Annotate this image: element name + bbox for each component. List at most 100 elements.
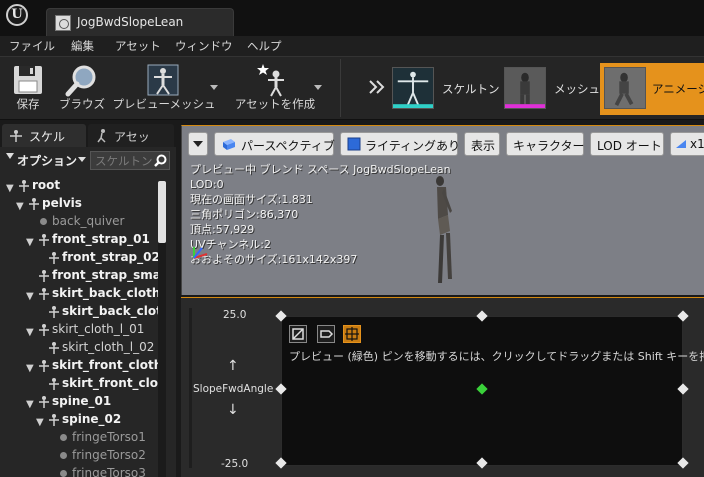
y-axis-down-arrow-icon: ↓ <box>227 402 239 418</box>
tree-row-label: front_strap_smal <box>52 268 160 282</box>
tree-row[interactable]: ▼ skirt_back_cloth_ <box>0 285 160 303</box>
preview-pin-tool[interactable] <box>343 325 361 343</box>
bone-icon <box>49 252 59 264</box>
create-asset-button[interactable]: アセットを作成 <box>232 57 322 119</box>
tree-row[interactable]: ▼ skirt_cloth_l_01 <box>0 321 160 339</box>
tree-scrollbar-thumb[interactable] <box>158 181 166 243</box>
tree-row-label: skirt_cloth_l_01 <box>52 322 145 336</box>
bone-icon <box>49 306 59 318</box>
tree-row-label: skirt_back_clot <box>62 304 160 318</box>
bone-icon <box>39 324 49 336</box>
tree-row[interactable]: front_strap_smal <box>0 267 160 285</box>
expand-triangle-icon[interactable]: ▼ <box>16 201 24 212</box>
expand-triangle-icon[interactable]: ▼ <box>26 363 34 374</box>
preview-viewport[interactable]: パースペクティブ ライティングあり 表示 キャラクター LOD オート x1 プ… <box>181 125 704 295</box>
expand-triangle-icon[interactable]: ▼ <box>36 417 44 428</box>
skeleton-mode-icon <box>392 67 434 109</box>
menu-file[interactable]: ファイル <box>9 38 55 54</box>
tree-row-label: spine_02 <box>62 412 122 426</box>
tree-row[interactable]: ▼ spine_01 <box>0 393 160 411</box>
graph-left-gutter <box>189 308 192 468</box>
tree-row-label: fringeTorso1 <box>72 430 146 444</box>
y-axis-label: SlopeFwdAngle <box>193 383 274 395</box>
viewport-options-chevron-icon <box>193 141 203 147</box>
expand-triangle-icon[interactable]: ▼ <box>6 183 14 194</box>
tree-row[interactable]: fringeTorso3 <box>0 465 160 477</box>
menu-asset[interactable]: アセット <box>115 38 161 54</box>
character-button[interactable]: キャラクター <box>506 132 585 156</box>
tree-row[interactable]: ▼ front_strap_01 <box>0 231 160 249</box>
socket-icon <box>60 470 67 477</box>
tab-asset-browser[interactable]: アセッ <box>88 124 174 147</box>
tree-row[interactable]: ▼ spine_02 <box>0 411 160 429</box>
expand-triangle-icon[interactable]: ▼ <box>26 237 34 248</box>
create-asset-dropdown-icon[interactable] <box>314 85 322 90</box>
tab-skeleton-tree-label: スケル <box>29 130 66 144</box>
bone-icon <box>39 270 49 282</box>
mode-skeleton-label: スケルトン <box>442 82 500 96</box>
character-label: キャラクター <box>513 139 585 153</box>
tooltip-toggle-tool[interactable] <box>317 325 335 343</box>
tree-row[interactable]: ▼ root <box>0 177 160 195</box>
stat-preview-line: プレビュー中 ブレンド スペース JogBwdSlopeLean <box>190 163 451 176</box>
document-tab-label: JogBwdSlopeLean <box>77 15 184 29</box>
tag-icon <box>320 330 334 338</box>
tree-row[interactable]: skirt_back_clot <box>0 303 160 321</box>
preview-mesh-button[interactable]: プレビューメッシュ <box>112 57 218 119</box>
bone-icon <box>49 342 59 354</box>
browse-button[interactable]: ブラウズ <box>56 57 108 119</box>
stat-lod: LOD:0 <box>190 178 224 191</box>
tree-row[interactable]: back_quiver <box>0 213 160 231</box>
bone-icon <box>49 414 59 426</box>
toolbar-separator <box>340 59 341 117</box>
tab-skeleton-tree[interactable]: スケル <box>2 124 86 147</box>
perspective-button[interactable]: パースペクティブ <box>214 132 335 156</box>
menu-window[interactable]: ウィンドウ <box>175 38 233 54</box>
preview-mesh-icon <box>147 64 179 96</box>
bone-icon <box>29 198 39 210</box>
unreal-logo-icon[interactable]: U <box>6 4 28 26</box>
lighting-button[interactable]: ライティングあり <box>340 132 460 156</box>
menu-edit[interactable]: 編集 <box>71 38 94 54</box>
menu-help[interactable]: ヘルプ <box>247 38 282 54</box>
preview-mesh-dropdown-icon[interactable] <box>210 85 218 90</box>
skeleton-tree-icon <box>10 130 22 142</box>
document-tab[interactable]: JogBwdSlopeLean <box>46 8 234 36</box>
speed-label: x1 <box>690 137 704 151</box>
bone-icon <box>39 396 49 408</box>
tree-row[interactable]: fringeTorso2 <box>0 447 160 465</box>
triangle-grid-icon <box>292 328 304 340</box>
double-chevron-right-icon <box>369 80 385 94</box>
create-asset-label: アセットを作成 <box>234 97 316 111</box>
skeleton-search-input[interactable]: スケルトン <box>90 151 170 170</box>
playback-speed-button[interactable]: x1 <box>670 132 704 156</box>
save-icon <box>14 66 42 94</box>
viewport-options-button[interactable] <box>188 132 208 156</box>
tree-row[interactable]: skirt_cloth_l_02 <box>0 339 160 357</box>
viewport-stats: プレビュー中 ブレンド スペース JogBwdSlopeLean LOD:0 現… <box>190 162 451 267</box>
save-button[interactable]: 保存 <box>4 57 52 119</box>
socket-icon <box>40 218 47 225</box>
perspective-label: パースペクティブ <box>241 139 335 153</box>
lod-label: LOD オート <box>597 139 662 153</box>
title-bar: U JogBwdSlopeLean <box>0 0 704 36</box>
socket-icon <box>60 452 67 459</box>
tree-row[interactable]: ▼ pelvis <box>0 195 160 213</box>
expand-triangle-icon[interactable]: ▼ <box>26 399 34 410</box>
mode-animation-button[interactable]: アニメーション <box>600 63 704 115</box>
options-dropdown-icon[interactable] <box>78 157 86 162</box>
grid-snap-tool[interactable] <box>289 325 307 343</box>
tree-row[interactable]: fringeTorso1 <box>0 429 160 447</box>
expand-triangle-icon[interactable]: ▼ <box>26 291 34 302</box>
tree-row-label: fringeTorso3 <box>72 466 146 477</box>
tree-row[interactable]: ▼ skirt_front_cloth_ <box>0 357 160 375</box>
options-button[interactable]: オプション <box>17 152 77 169</box>
tree-row-label: skirt_front_clot <box>62 376 160 390</box>
tree-row[interactable]: front_strap_02 <box>0 249 160 267</box>
show-button[interactable]: 表示 <box>464 132 500 156</box>
lighting-cube-icon <box>347 137 361 151</box>
tree-row[interactable]: skirt_front_clot <box>0 375 160 393</box>
stat-vertices: 頂点:57,929 <box>190 223 255 236</box>
expand-triangle-icon[interactable]: ▼ <box>26 327 34 338</box>
lod-button[interactable]: LOD オート <box>590 132 664 156</box>
